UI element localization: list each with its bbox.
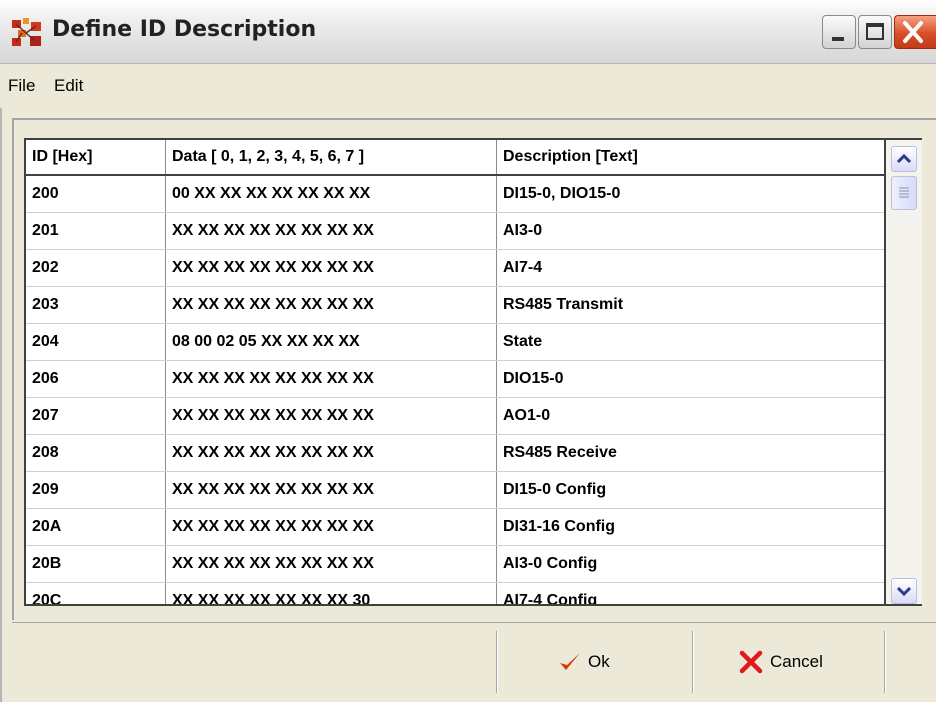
window-title: Define ID Description — [52, 17, 317, 42]
grid-header: ID [Hex] Data [ 0, 1, 2, 3, 4, 5, 6, 7 ]… — [26, 140, 884, 176]
minimize-icon — [832, 37, 844, 41]
cell-description[interactable]: RS485 Transmit — [497, 287, 884, 323]
table-row[interactable]: 204 08 00 02 05 XX XX XX XX State — [26, 324, 884, 361]
cell-description[interactable]: AI3-0 Config — [497, 546, 884, 582]
cell-description[interactable]: AI7-4 — [497, 250, 884, 286]
table-row[interactable]: 206 XX XX XX XX XX XX XX XX DIO15-0 — [26, 361, 884, 398]
column-header-data[interactable]: Data [ 0, 1, 2, 3, 4, 5, 6, 7 ] — [166, 140, 497, 174]
table-row[interactable]: 20C XX XX XX XX XX XX XX 30 AI7-4 Config — [26, 583, 884, 604]
cell-description[interactable]: DI31-16 Config — [497, 509, 884, 545]
cell-id[interactable]: 207 — [26, 398, 166, 434]
maximize-icon — [866, 23, 884, 40]
cell-data[interactable]: XX XX XX XX XX XX XX XX — [166, 398, 497, 434]
cell-description[interactable]: RS485 Receive — [497, 435, 884, 471]
column-header-id[interactable]: ID [Hex] — [26, 140, 166, 174]
table-row[interactable]: 200 00 XX XX XX XX XX XX XX DI15-0, DIO15-… — [26, 176, 884, 213]
menu-bar: File Edit — [0, 64, 936, 108]
chevron-up-icon — [896, 153, 912, 164]
cell-data[interactable]: XX XX XX XX XX XX XX XX — [166, 361, 497, 397]
ok-label: Ok — [588, 652, 610, 671]
cell-data[interactable]: 00 XX XX XX XX XX XX XX — [166, 176, 497, 212]
cell-data[interactable]: XX XX XX XX XX XX XX XX — [166, 472, 497, 508]
cell-description[interactable]: AO1-0 — [497, 398, 884, 434]
cell-data[interactable]: XX XX XX XX XX XX XX XX — [166, 287, 497, 323]
table-row[interactable]: 201 XX XX XX XX XX XX XX XX AI3-0 — [26, 213, 884, 250]
cell-description[interactable]: AI7-4 Config — [497, 583, 884, 604]
title-bar: Define ID Description — [0, 0, 936, 64]
cell-data[interactable]: XX XX XX XX XX XX XX XX — [166, 213, 497, 249]
cell-id[interactable]: 204 — [26, 324, 166, 360]
separator — [884, 631, 886, 693]
app-icon — [12, 18, 41, 46]
cell-data[interactable]: XX XX XX XX XX XX XX 30 — [166, 583, 497, 604]
column-header-description[interactable]: Description [Text] — [497, 140, 884, 174]
table-row[interactable]: 208 XX XX XX XX XX XX XX XX RS485 Receive — [26, 435, 884, 472]
cell-description[interactable]: DIO15-0 — [497, 361, 884, 397]
grip-icon — [899, 187, 909, 198]
table-row[interactable]: 203 XX XX XX XX XX XX XX XX RS485 Transmit — [26, 287, 884, 324]
close-icon — [903, 21, 923, 43]
window-frame-left — [0, 108, 2, 702]
table-row[interactable]: 20B XX XX XX XX XX XX XX XX AI3-0 Config — [26, 546, 884, 583]
cell-id[interactable]: 209 — [26, 472, 166, 508]
scroll-up-button[interactable] — [891, 146, 917, 172]
cell-id[interactable]: 208 — [26, 435, 166, 471]
cancel-label: Cancel — [770, 652, 823, 671]
menu-edit[interactable]: Edit — [54, 76, 83, 96]
separator — [496, 631, 498, 693]
id-description-grid: ID [Hex] Data [ 0, 1, 2, 3, 4, 5, 6, 7 ]… — [24, 138, 886, 606]
checkmark-icon — [560, 653, 580, 670]
cell-id[interactable]: 200 — [26, 176, 166, 212]
cell-data[interactable]: 08 00 02 05 XX XX XX XX — [166, 324, 497, 360]
cell-description[interactable]: DI15-0, DIO15-0 — [497, 176, 884, 212]
cell-data[interactable]: XX XX XX XX XX XX XX XX — [166, 435, 497, 471]
minimize-button[interactable] — [822, 15, 856, 49]
chevron-down-icon — [896, 586, 912, 597]
close-button[interactable] — [894, 15, 936, 49]
table-row[interactable]: 20A XX XX XX XX XX XX XX XX DI31-16 Config — [26, 509, 884, 546]
maximize-button[interactable] — [858, 15, 892, 49]
cell-id[interactable]: 203 — [26, 287, 166, 323]
vertical-scrollbar[interactable] — [886, 138, 922, 606]
cell-id[interactable]: 201 — [26, 213, 166, 249]
cell-description[interactable]: State — [497, 324, 884, 360]
cell-data[interactable]: XX XX XX XX XX XX XX XX — [166, 546, 497, 582]
table-row[interactable]: 207 XX XX XX XX XX XX XX XX AO1-0 — [26, 398, 884, 435]
cell-id[interactable]: 20B — [26, 546, 166, 582]
ok-button[interactable]: Ok — [558, 633, 610, 691]
button-bar: Ok Cancel — [12, 622, 936, 702]
cell-data[interactable]: XX XX XX XX XX XX XX XX — [166, 509, 497, 545]
cell-id[interactable]: 202 — [26, 250, 166, 286]
cell-description[interactable]: DI15-0 Config — [497, 472, 884, 508]
cell-data[interactable]: XX XX XX XX XX XX XX XX — [166, 250, 497, 286]
cell-id[interactable]: 20A — [26, 509, 166, 545]
x-cancel-icon — [739, 650, 763, 674]
cell-id[interactable]: 20C — [26, 583, 166, 604]
separator — [692, 631, 694, 693]
scroll-down-button[interactable] — [891, 578, 917, 604]
table-row[interactable]: 209 XX XX XX XX XX XX XX XX DI15-0 Config — [26, 472, 884, 509]
cell-id[interactable]: 206 — [26, 361, 166, 397]
menu-file[interactable]: File — [8, 76, 35, 96]
cell-description[interactable]: AI3-0 — [497, 213, 884, 249]
table-row[interactable]: 202 XX XX XX XX XX XX XX XX AI7-4 — [26, 250, 884, 287]
cancel-button[interactable]: Cancel — [738, 633, 823, 691]
scroll-thumb[interactable] — [891, 176, 917, 210]
